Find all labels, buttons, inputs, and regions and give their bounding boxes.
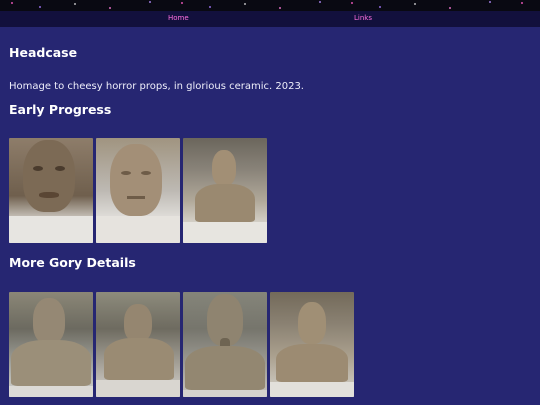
page-description: Homage to cheesy horror props, in glorio… (9, 81, 304, 92)
nav-link-home[interactable]: Home (168, 14, 189, 22)
gory-details-photo-2[interactable] (96, 292, 180, 397)
page-title: Headcase (9, 45, 78, 60)
early-progress-photo-3[interactable] (183, 138, 267, 243)
gory-details-photo-1[interactable] (9, 292, 93, 397)
starfield-banner (0, 0, 540, 11)
gory-details-photo-3[interactable] (183, 292, 267, 397)
gory-details-photo-4[interactable] (270, 292, 354, 397)
nav-link-links[interactable]: Links (354, 14, 372, 22)
section-heading-early-progress: Early Progress (9, 102, 112, 117)
top-nav: Home Links (0, 11, 540, 27)
section-heading-more-gory-details: More Gory Details (9, 255, 136, 270)
early-progress-photo-2[interactable] (96, 138, 180, 243)
early-progress-photo-1[interactable] (9, 138, 93, 243)
